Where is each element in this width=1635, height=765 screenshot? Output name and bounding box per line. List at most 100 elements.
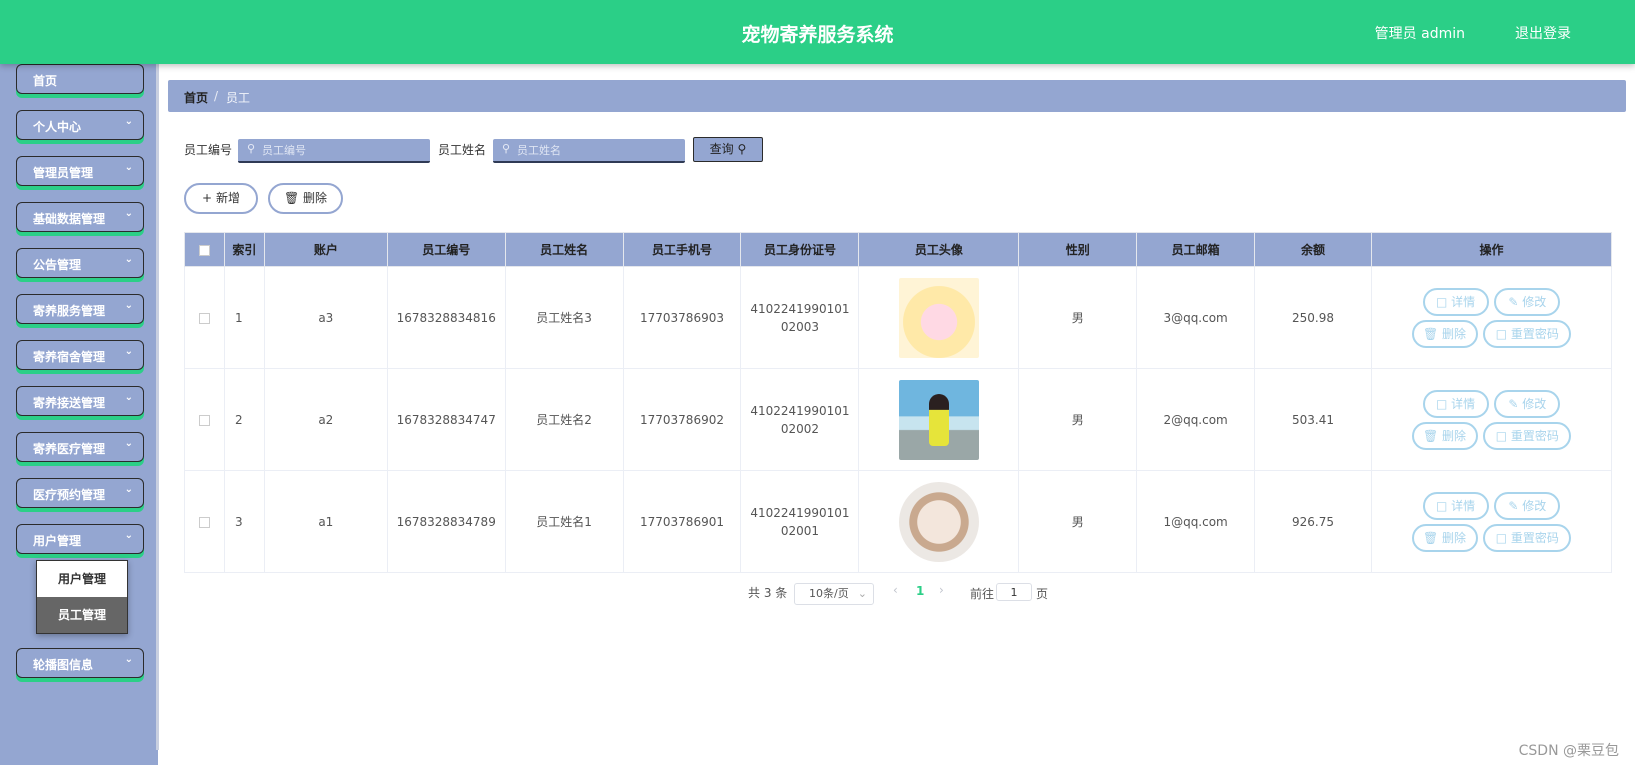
prev-page-icon[interactable]: ‹ [893,583,898,597]
row-checkbox[interactable] [198,414,210,426]
chevron-down-icon: ⌄ [124,116,133,127]
detail-button[interactable]: □ 详情 [1422,491,1489,520]
edit-label: 修改 [1522,396,1547,411]
cell-ops: □ 详情 ✎ 修改 🗑 删除 □ 重置密码 [1370,266,1613,369]
sidebar-item-label: 寄养接送管理 [33,396,106,410]
sidebar-item-label: 轮播图信息 [33,658,94,672]
reset-password-button[interactable]: □ 重置密码 [1483,421,1572,450]
chevron-down-icon: ⌄ [124,208,133,219]
goto-page-input[interactable] [996,583,1032,601]
row-delete-label: 删除 [1442,530,1467,545]
sidebar-item-users[interactable]: 用户管理 ⌄ [16,524,144,554]
staff-no-label: 员工编号 [184,143,233,157]
sidebar-item-profile[interactable]: 个人中心 ⌄ [16,110,144,140]
next-page-icon[interactable]: › [939,583,944,597]
sidebar-item-service[interactable]: 寄养服务管理 ⌄ [16,294,144,324]
users-submenu: 用户管理 员工管理 [36,560,128,634]
goto-label: 前往 [970,587,995,601]
plus-icon: + [202,191,213,205]
row-delete-button[interactable]: 🗑 删除 [1411,421,1478,450]
cell-email: 3@qq.com [1136,266,1256,369]
column-header: 员工头像 [858,232,1020,267]
select-all-checkbox[interactable] [198,244,210,256]
cell-idcard: 410224199010102002 [740,368,860,471]
row-checkbox[interactable] [198,312,210,324]
sidebar-item-notice[interactable]: 公告管理 ⌄ [16,248,144,278]
cell-idcard: 410224199010102003 [740,266,860,369]
add-button[interactable]: + 新增 [184,183,258,214]
delete-button[interactable]: 🗑 删除 [268,183,343,214]
row-delete-button[interactable]: 🗑 删除 [1411,523,1478,552]
avatar [898,481,979,562]
cell-staff-name: 员工姓名1 [504,470,624,573]
sidebar-item-label: 用户管理 [33,534,82,548]
query-label: 查询 [709,142,734,156]
cell-phone: 17703786902 [622,368,742,471]
chevron-down-icon: ⌄ [124,438,133,449]
staff-name-input[interactable] [493,139,685,163]
chevron-down-icon: ⌄ [124,254,133,265]
staff-no-input[interactable] [238,139,430,163]
table-row: 1 a3 1678328834816 员工姓名3 17703786903 410… [184,266,1613,369]
cell-ops: □ 详情 ✎ 修改 🗑 删除 □ 重置密码 [1370,368,1613,471]
submenu-item-users[interactable]: 用户管理 [37,561,127,597]
sidebar-item-home[interactable]: 首页 [16,64,144,94]
sidebar-item-medical[interactable]: 寄养医疗管理 ⌄ [16,432,144,462]
cell-email: 1@qq.com [1136,470,1256,573]
row-delete-label: 删除 [1442,326,1467,341]
sidebar-item-appointment[interactable]: 医疗预约管理 ⌄ [16,478,144,508]
current-user: 管理员 admin [1374,26,1465,42]
cell-index: 2 [223,368,265,471]
detail-button[interactable]: □ 详情 [1422,389,1489,418]
cell-gender: 男 [1018,368,1138,471]
watermark: CSDN @栗豆包 [1518,743,1619,759]
page-number[interactable]: 1 [916,584,924,598]
reset-password-button[interactable]: □ 重置密码 [1483,319,1572,348]
query-button[interactable]: 查询 ⚲ [693,137,763,162]
column-header: 索引 [223,232,265,267]
row-delete-button[interactable]: 🗑 删除 [1411,319,1478,348]
sidebar-item-admin[interactable]: 管理员管理 ⌄ [16,156,144,186]
table-header-row: 索引 账户 员工编号 员工姓名 员工手机号 员工身份证号 员工头像 性别 员工邮… [184,232,1613,267]
cell-gender: 男 [1018,470,1138,573]
reset-password-label: 重置密码 [1510,428,1559,443]
cell-account: a2 [263,368,388,471]
detail-button[interactable]: □ 详情 [1422,287,1489,316]
edit-button[interactable]: ✎ 修改 [1494,389,1561,418]
logout-link[interactable]: 退出登录 [1515,23,1571,43]
sidebar-item-carousel[interactable]: 轮播图信息 ⌄ [16,648,144,678]
cell-index: 3 [223,470,265,573]
submenu-item-staff[interactable]: 员工管理 [37,597,127,633]
sidebar-item-transfer[interactable]: 寄养接送管理 ⌄ [16,386,144,416]
sidebar-item-label: 首页 [33,74,58,88]
cell-avatar [858,470,1020,573]
breadcrumb-home[interactable]: 首页 [184,89,208,106]
reset-password-button[interactable]: □ 重置密码 [1483,523,1572,552]
select-all-cell[interactable] [184,232,225,267]
cell-staff-name: 员工姓名2 [504,368,624,471]
edit-button[interactable]: ✎ 修改 [1494,491,1561,520]
staff-name-label: 员工姓名 [438,143,487,157]
cell-gender: 男 [1018,266,1138,369]
page-size-select[interactable]: 10条/页 ⌄ [794,583,874,605]
column-header: 账户 [263,232,388,267]
chevron-down-icon: ⌄ [124,162,133,173]
edit-button[interactable]: ✎ 修改 [1494,287,1561,316]
page-unit-label: 页 [1036,587,1049,601]
add-label: 新增 [215,191,240,205]
detail-label: 详情 [1451,396,1476,411]
row-checkbox[interactable] [198,516,210,528]
column-header: 员工编号 [386,232,506,267]
search-icon: ⚲ [247,142,256,155]
sidebar-item-dorm[interactable]: 寄养宿舍管理 ⌄ [16,340,144,370]
chevron-down-icon: ⌄ [124,346,133,357]
cell-account: a3 [263,266,388,369]
cell-balance: 926.75 [1254,470,1372,573]
sidebar-item-base-data[interactable]: 基础数据管理 ⌄ [16,202,144,232]
cell-staff-no: 1678328834747 [386,368,506,471]
cell-balance: 250.98 [1254,266,1372,369]
sidebar-item-label: 寄养医疗管理 [33,442,106,456]
table-row: 3 a1 1678328834789 员工姓名1 17703786901 410… [184,470,1613,573]
page-size-value: 10条/页 [809,587,849,600]
chevron-down-icon: ⌄ [857,587,867,600]
